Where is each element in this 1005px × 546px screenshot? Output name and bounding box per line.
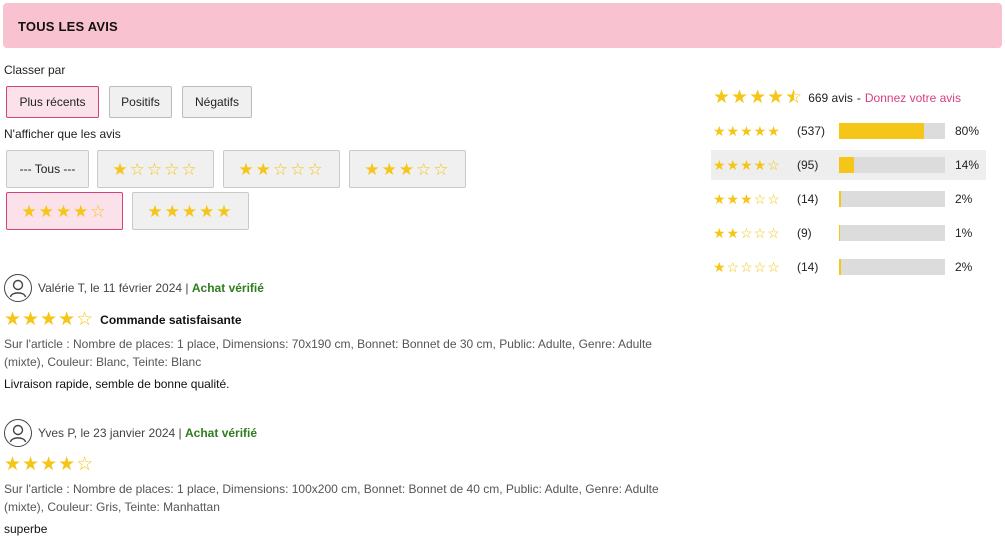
distribution-bar [839,191,945,207]
user-avatar-icon [4,419,32,447]
filter-2-stars-button[interactable]: ★★☆☆☆ [223,150,340,188]
stars-5-icon: ★★★★★ [713,123,781,139]
distribution-bar [839,123,945,139]
review-count: 669 avis [808,90,853,105]
write-review-link[interactable]: Donnez votre avis [865,91,961,105]
review-body: Livraison rapide, semble de bonne qualit… [4,377,230,391]
distribution-bar-fill [839,259,842,275]
rating-distribution-row-4[interactable]: ★★★★☆ (95) 14% [711,150,986,180]
sort-positive-button[interactable]: Positifs [109,86,172,118]
stars-1-icon: ★☆☆☆☆ [112,159,199,179]
review-body: superbe [4,522,48,536]
distribution-bar-fill [839,157,854,173]
review-rating-stars-icon: ★★★★☆ [4,309,95,330]
filter-1-star-button[interactable]: ★☆☆☆☆ [97,150,214,188]
distribution-bar [839,157,945,173]
sort-label: Classer par [4,63,66,77]
filter-all-button[interactable]: --- Tous --- [6,150,89,188]
stars-4-icon: ★★★★☆ [21,201,108,221]
stars-4-icon: ★★★★☆ [713,157,781,173]
review-article-details: Sur l'article : Nombre de places: 1 plac… [4,337,652,369]
page-title: TOUS LES AVIS [18,19,118,34]
average-rating-stars-icon: ★★★★☆★ [713,87,804,108]
distribution-bar [839,259,945,275]
sort-negative-button[interactable]: Négatifs [182,86,252,118]
review-item: Valérie T, le 11 février 2024 | Achat vé… [4,274,704,391]
rating-summary: ★★★★☆★ 669 avis - Donnez votre avis [713,87,961,108]
rating-distribution-row-5[interactable]: ★★★★★ (537) 80% [711,116,986,146]
review-author: Yves P, le 23 janvier 2024 | Achat vérif… [38,426,258,440]
sort-recent-button[interactable]: Plus récents [6,86,99,118]
filter-3-stars-button[interactable]: ★★★☆☆ [349,150,466,188]
verified-badge: Achat vérifié [185,426,258,440]
filter-5-stars-button[interactable]: ★★★★★ [132,192,249,230]
stars-2-icon: ★★☆☆☆ [713,225,781,241]
rating-distribution-row-2[interactable]: ★★☆☆☆ (9) 1% [711,218,986,248]
review-article-details: Sur l'article : Nombre de places: 1 plac… [4,482,659,514]
filter-label: N'afficher que les avis [4,127,121,141]
distribution-bar-fill [839,123,924,139]
distribution-bar-fill [839,191,842,207]
stars-3-icon: ★★★☆☆ [713,191,781,207]
rating-distribution-row-3[interactable]: ★★★☆☆ (14) 2% [711,184,986,214]
distribution-bar [839,225,945,241]
rating-distribution-row-1[interactable]: ★☆☆☆☆ (14) 2% [711,252,986,282]
stars-5-icon: ★★★★★ [147,201,234,221]
review-rating-stars-icon: ★★★★☆ [4,454,95,475]
review-title: Commande satisfaisante [100,312,242,327]
stars-3-icon: ★★★☆☆ [364,159,451,179]
reviews-header: TOUS LES AVIS [3,3,1002,48]
review-item: Yves P, le 23 janvier 2024 | Achat vérif… [4,419,704,536]
distribution-bar-fill [839,225,841,241]
verified-badge: Achat vérifié [191,281,264,295]
review-author: Valérie T, le 11 février 2024 | Achat vé… [38,281,264,295]
stars-1-icon: ★☆☆☆☆ [713,259,781,275]
stars-2-icon: ★★☆☆☆ [238,159,325,179]
filter-4-stars-button[interactable]: ★★★★☆ [6,192,123,230]
user-avatar-icon [4,274,32,302]
